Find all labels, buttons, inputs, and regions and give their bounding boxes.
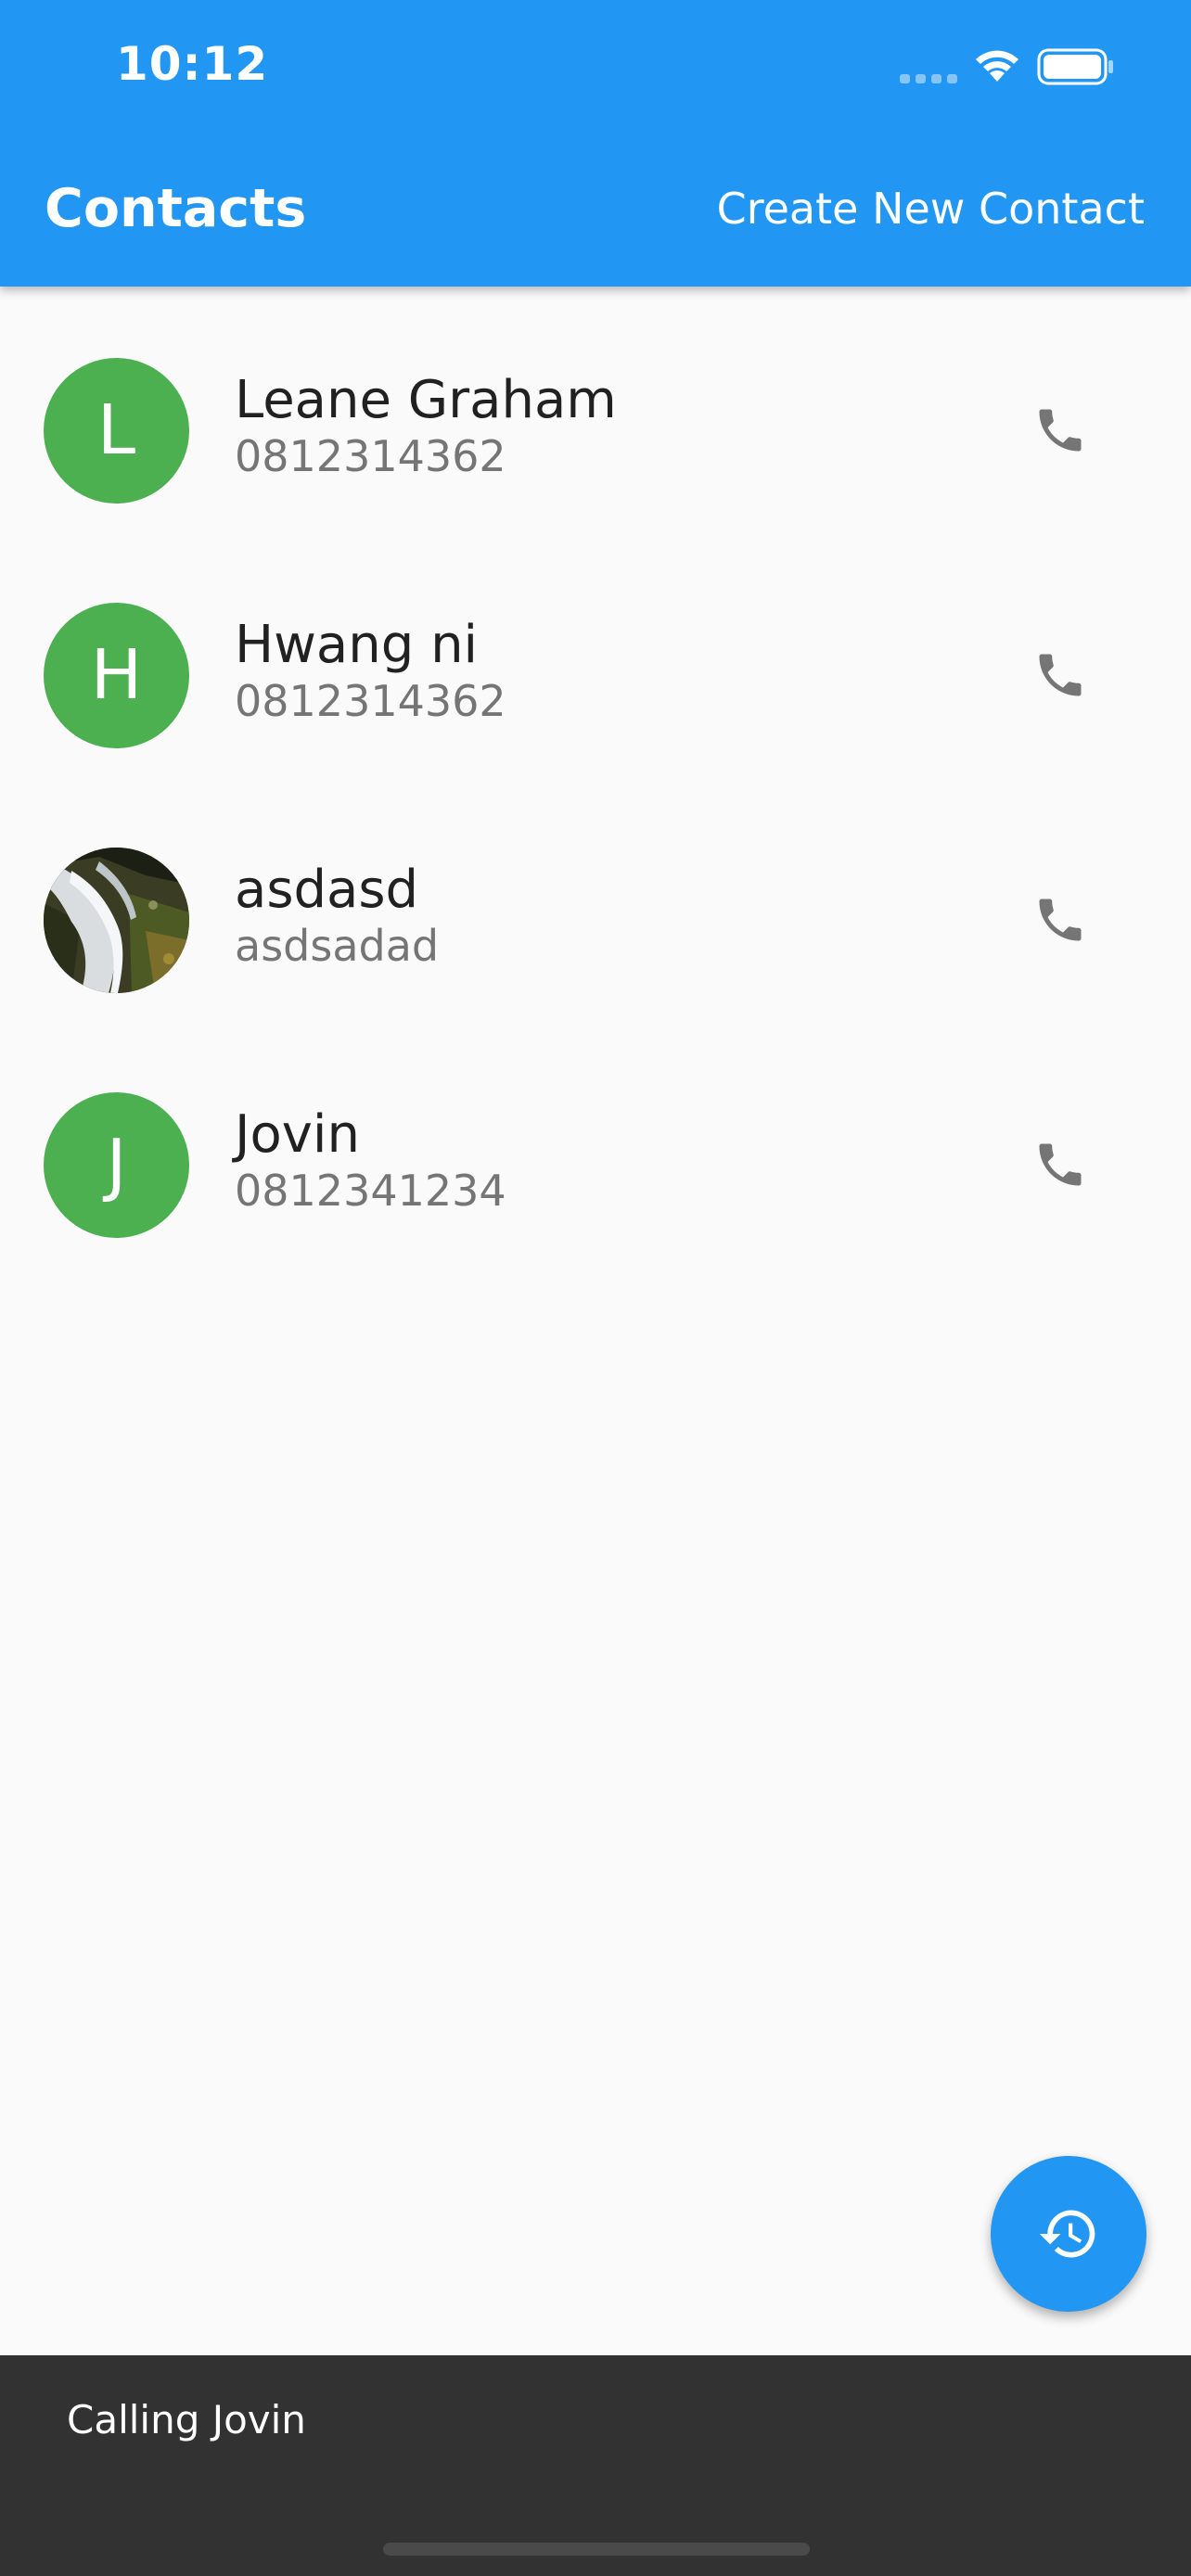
page-title: Contacts xyxy=(45,178,307,239)
history-icon xyxy=(1039,2210,1095,2258)
history-fab-button[interactable] xyxy=(991,2156,1146,2312)
app-bar: 10:12 Contacts Create New Contact xyxy=(0,0,1191,287)
phone-icon xyxy=(1039,654,1082,696)
contact-phone: 0812314362 xyxy=(235,431,506,481)
home-indicator[interactable] xyxy=(383,2543,810,2556)
create-new-contact-button[interactable]: Create New Contact xyxy=(717,176,1145,241)
waterfall-photo xyxy=(44,848,189,993)
avatar-waterfall-photo xyxy=(44,848,189,993)
call-button[interactable] xyxy=(1020,635,1100,715)
call-button[interactable] xyxy=(1020,1125,1100,1205)
contact-name: Jovin xyxy=(235,1104,360,1165)
contact-row-jovin[interactable]: J Jovin 0812341234 xyxy=(0,1021,1191,1266)
phone-icon xyxy=(1039,899,1082,941)
status-time: 10:12 xyxy=(116,37,269,91)
contact-row-leane-graham[interactable]: L Leane Graham 0812314362 xyxy=(0,287,1191,531)
call-button[interactable] xyxy=(1020,880,1100,960)
contact-row-hwang-ni[interactable]: H Hwang ni 0812314362 xyxy=(0,531,1191,776)
snackbar-message: Calling Jovin xyxy=(67,2397,306,2442)
avatar: L xyxy=(44,358,189,504)
phone-icon xyxy=(1039,1143,1082,1186)
contact-name: Leane Graham xyxy=(235,370,617,430)
cellular-signal-icon xyxy=(900,74,957,83)
snackbar: Calling Jovin xyxy=(0,2355,1191,2576)
avatar: J xyxy=(44,1092,189,1238)
call-button[interactable] xyxy=(1020,390,1100,470)
contact-name: Hwang ni xyxy=(235,615,479,675)
phone-icon xyxy=(1039,409,1082,452)
contacts-screen: 10:12 Contacts Create New Contact L Lean… xyxy=(0,0,1191,2576)
contact-phone: asdsadad xyxy=(235,921,440,971)
battery-icon xyxy=(1037,48,1113,85)
contact-list: L Leane Graham 0812314362 H Hwang ni 081… xyxy=(0,287,1191,1266)
wifi-icon xyxy=(976,50,1018,82)
avatar: H xyxy=(44,603,189,748)
contact-name: asdasd xyxy=(235,860,419,920)
contact-phone: 0812314362 xyxy=(235,676,506,726)
contact-phone: 0812341234 xyxy=(235,1166,506,1216)
contact-row-asdasd[interactable]: asdasd asdsadad xyxy=(0,776,1191,1021)
